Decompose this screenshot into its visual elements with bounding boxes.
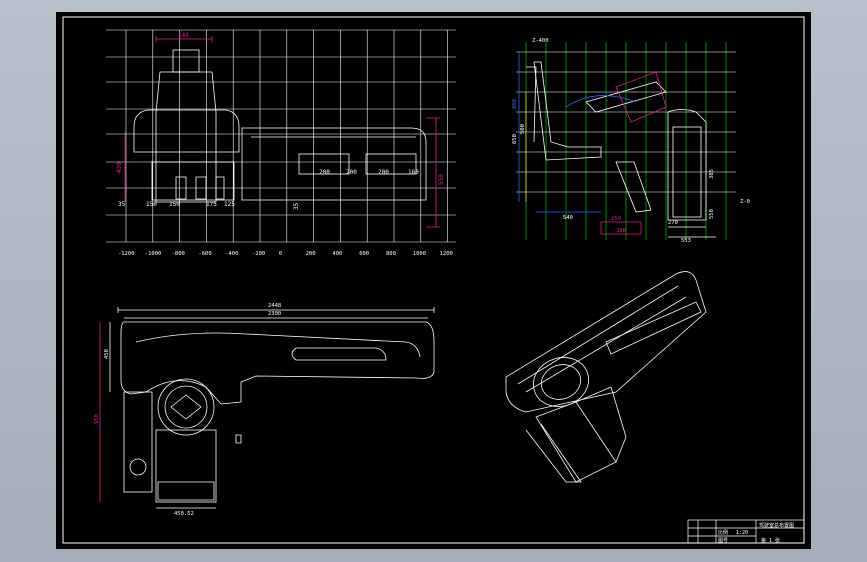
top-steering-wheel (157, 378, 215, 436)
headrest (172, 49, 200, 73)
side-dim-right-a: 270 (668, 220, 678, 226)
side-dim-right (668, 226, 716, 238)
front-view-labels: 140 430 550 35 150 150 175 125 200 200 2… (116, 32, 445, 210)
side-dim-right-d: 550 (709, 209, 715, 219)
side-dim-left-c: 500 (520, 124, 526, 134)
front-axis-tick-label: 400 (332, 251, 342, 257)
side-dim-left-a: 800 (512, 99, 518, 109)
side-dim-bottom-width: 540 (563, 215, 573, 221)
side-view-grid (516, 42, 736, 240)
dim-inner-2: 200 (346, 169, 357, 176)
dashboard-body (241, 127, 427, 201)
dim-right-height: 550 (438, 174, 445, 185)
drawing-frame (62, 16, 805, 544)
dim-mid-1: 35 (118, 201, 126, 208)
drawing-sheet: 140 430 550 35 150 150 175 125 200 200 2… (56, 12, 811, 549)
top-bottom-width: 450.52 (174, 511, 194, 517)
iso-steering-inner (540, 364, 582, 400)
front-axis-tick-label: 0 (279, 251, 282, 257)
side-dim-right-c: 385 (709, 169, 715, 179)
front-axis-tick-label: -200 (252, 251, 265, 257)
dim-inner-3: 200 (378, 169, 389, 176)
top-view (99, 307, 435, 509)
top-vent (291, 347, 387, 361)
top-inner-width: 2300 (268, 311, 281, 317)
front-axis-tick-label: -800 (172, 251, 185, 257)
front-view-grid (106, 29, 456, 243)
dim-top-width: 140 (178, 32, 189, 39)
side-view (516, 42, 736, 240)
front-axis-tick-label: 200 (306, 251, 316, 257)
isometric-view (505, 271, 707, 483)
front-axis-tick-label: -1200 (118, 251, 135, 257)
dim-base-1: 150 (146, 201, 157, 208)
front-axis-tick-label: 600 (359, 251, 369, 257)
iso-console-side (575, 386, 627, 463)
top-overall-width: 2448 (268, 303, 281, 309)
front-axis-tick-label: 1000 (413, 251, 426, 257)
pedal-box (151, 161, 235, 201)
iso-console (535, 401, 617, 483)
title-block-cell-a: 比例 (718, 529, 728, 536)
title-block-cell-b: 1:20 (736, 530, 748, 536)
side-seat-back (526, 66, 537, 143)
iso-panel (605, 301, 702, 355)
side-dim-left-b: 650 (512, 134, 518, 144)
dim-inner-4: 160 (408, 169, 419, 176)
top-dash-inner (135, 332, 421, 358)
top-dash-outline (120, 321, 435, 405)
dim-base-4: 125 (224, 201, 235, 208)
side-dim-red-2: 300 (616, 228, 626, 234)
title-block-cell-c: 图号 (718, 538, 728, 544)
side-far-label: Z-0 (740, 199, 750, 205)
top-column-height: 950 (94, 414, 100, 424)
side-dim-right-b: 553 (681, 238, 691, 244)
top-small-mark (235, 434, 242, 444)
top-steering-hub (170, 394, 202, 420)
title-block-cell-d: 第 1 张 (761, 537, 780, 544)
top-view-labels: 2448 2300 450 950 450.52 (94, 303, 281, 517)
top-left-height: 450 (104, 349, 110, 359)
dim-inner-1: 200 (319, 169, 330, 176)
viewport: 140 430 550 35 150 150 175 125 200 200 2… (0, 0, 867, 562)
top-column-knob (129, 458, 147, 476)
dim-right-ticks (426, 117, 440, 228)
dim-left-height: 430 (116, 162, 123, 173)
dim-mid-2: 35 (293, 202, 300, 210)
side-dim-red-1: 250 (611, 216, 621, 222)
front-view (106, 29, 456, 243)
front-axis-tick-label: 1200 (440, 251, 453, 257)
side-title: Z-400 (532, 38, 549, 44)
front-axis-tick-label: 800 (386, 251, 396, 257)
top-seat (155, 429, 217, 503)
top-column (123, 391, 153, 493)
side-dim-wedge (615, 71, 667, 123)
side-console (667, 109, 707, 221)
front-view-axis: -1200 -1000 -800 -600 -400 -200 0 200 400 600 800 1… (118, 251, 453, 257)
top-seat-cushion (157, 481, 215, 501)
side-view-labels: Z-400 800 650 500 540 250 300 270 553 38… (512, 38, 750, 244)
front-axis-tick-label: -400 (225, 251, 238, 257)
dim-base-3: 175 (206, 201, 217, 208)
front-axis-tick-label: -600 (198, 251, 211, 257)
side-seat (533, 61, 602, 161)
cad-drawing: 140 430 550 35 150 150 175 125 200 200 2… (62, 16, 805, 544)
front-axis-tick-label: -1000 (145, 251, 162, 257)
title-block-title: 驾驶室总布置图 (759, 522, 794, 529)
side-reach-arc (565, 95, 637, 108)
seat-base (133, 109, 240, 153)
dim-base-2: 150 (169, 201, 180, 208)
iso-column (525, 423, 582, 483)
